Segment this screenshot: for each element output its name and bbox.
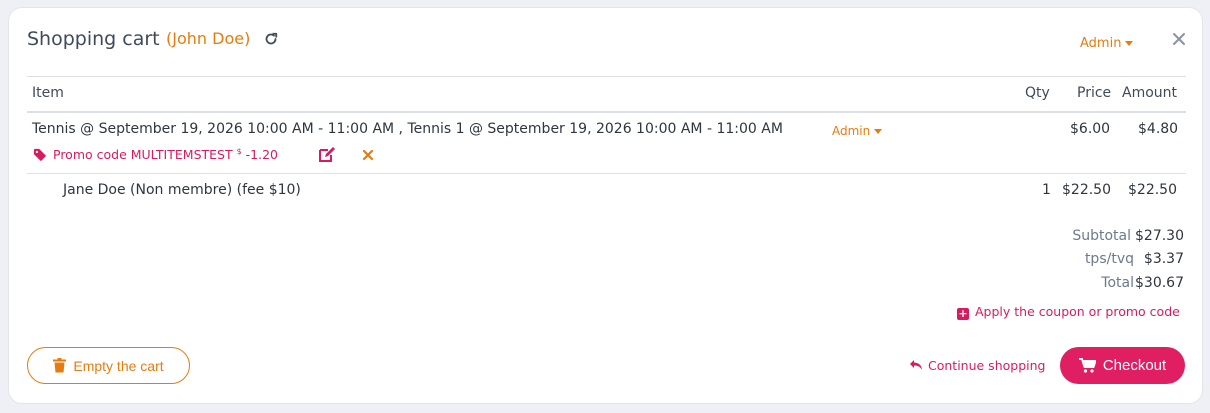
tax-label: tps/tvq (1084, 251, 1134, 267)
reply-icon (910, 360, 922, 370)
refresh-icon[interactable] (262, 30, 280, 48)
customer-name: (John Doe) (166, 29, 251, 48)
tag-icon (33, 148, 47, 162)
empty-cart-button[interactable]: Empty the cart (27, 347, 190, 384)
participant-amount: $22.50 (1128, 182, 1177, 198)
caret-down-icon (874, 129, 883, 134)
subtotal-value: $27.30 (1135, 228, 1184, 244)
apply-coupon-link[interactable]: + Apply the coupon or promo code (957, 304, 1180, 320)
line-item-admin-dropdown[interactable]: Admin (832, 124, 883, 138)
empty-cart-label: Empty the cart (73, 357, 164, 374)
remove-promo-icon[interactable] (362, 149, 374, 161)
continue-shopping-label: Continue shopping (928, 358, 1046, 373)
divider (27, 173, 1186, 174)
line-item-description: Tennis @ September 19, 2026 10:00 AM - 1… (32, 121, 783, 137)
total-label: Total (1101, 275, 1134, 291)
line-item-admin-label: Admin (832, 124, 871, 138)
plus-square-icon: + (957, 307, 969, 320)
cart-icon (1078, 358, 1096, 373)
participant-name: Jane Doe (Non membre) (fee $10) (63, 182, 301, 198)
promo-code-text: Promo code MULTITEMSTEST (53, 147, 233, 163)
participant-qty: 1 (1042, 182, 1051, 198)
shopping-cart-panel: Shopping cart (John Doe) Admin Item Qty … (8, 7, 1203, 404)
checkout-button[interactable]: Checkout (1060, 347, 1185, 384)
admin-dropdown[interactable]: Admin (1080, 36, 1134, 51)
divider (27, 111, 1186, 113)
checkout-label: Checkout (1102, 357, 1167, 374)
apply-coupon-label: Apply the coupon or promo code (975, 304, 1180, 319)
continue-shopping-link[interactable]: Continue shopping (909, 358, 1045, 373)
column-header-item: Item (32, 85, 64, 101)
total-value: $30.67 (1135, 275, 1184, 291)
admin-dropdown-label: Admin (1080, 36, 1122, 51)
line-item-price: $6.00 (1070, 121, 1111, 137)
column-header-price: Price (1077, 85, 1112, 101)
promo-value: -1.20 (245, 147, 279, 163)
promo-currency: $ (236, 147, 242, 156)
line-item-amount: $4.80 (1138, 121, 1179, 137)
edit-icon[interactable] (318, 147, 336, 163)
participant-price: $22.50 (1062, 182, 1111, 198)
promo-code-label: Promo code MULTITEMSTEST $ -1.20 (53, 147, 278, 162)
subtotal-label: Subtotal (1072, 228, 1131, 244)
close-icon[interactable] (1171, 31, 1187, 47)
column-header-amount: Amount (1122, 85, 1178, 101)
divider (27, 76, 1186, 77)
tax-value: $3.37 (1143, 251, 1184, 267)
cart-title: Shopping cart (27, 28, 160, 50)
caret-down-icon (1125, 41, 1134, 46)
column-header-qty: Qty (1025, 85, 1050, 101)
trash-icon (53, 358, 67, 373)
